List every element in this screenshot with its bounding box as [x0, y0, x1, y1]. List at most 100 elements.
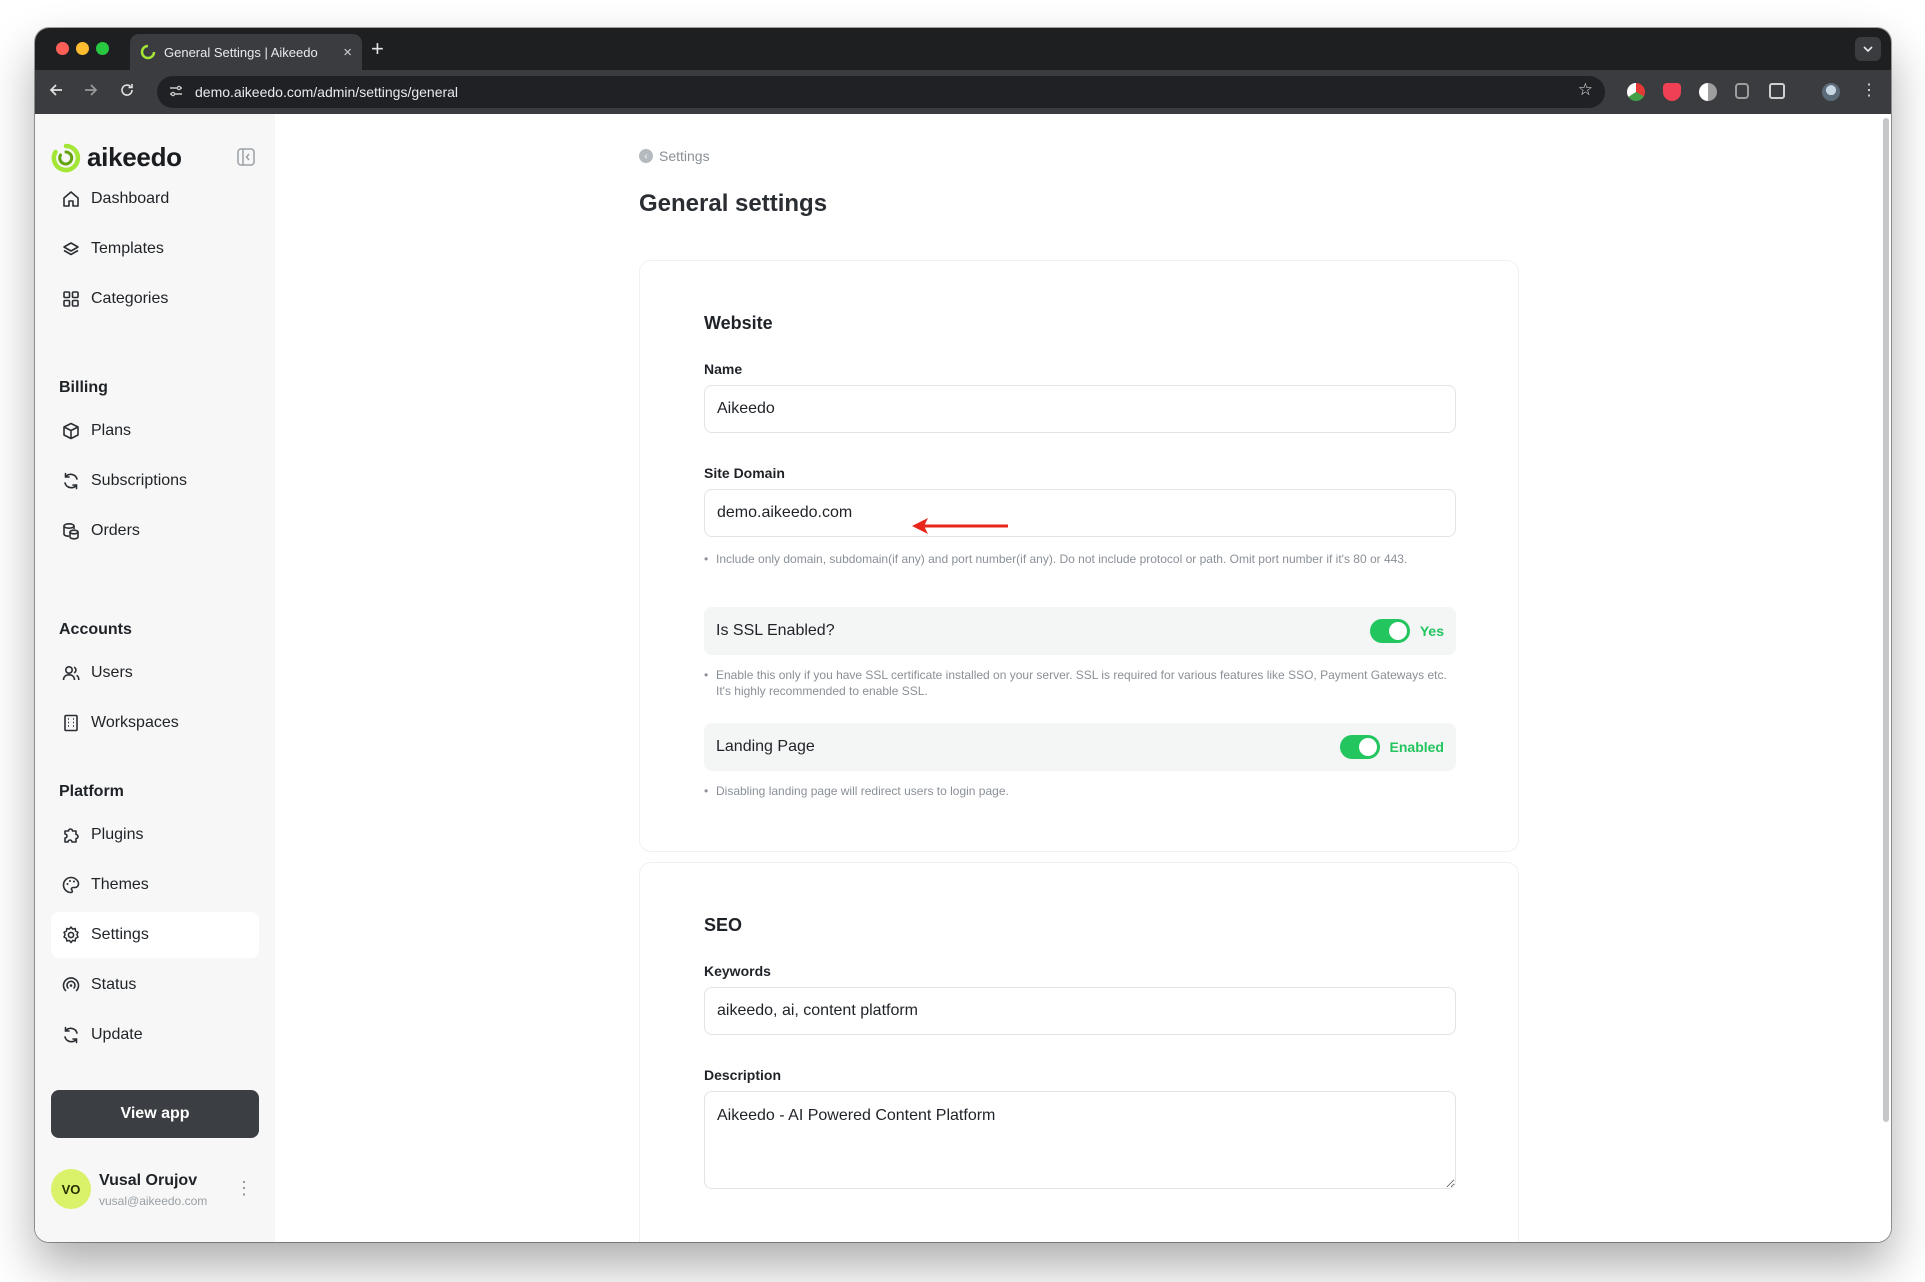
- sidebar-heading-platform: Platform: [59, 783, 124, 800]
- sidebar-item-label: Themes: [91, 876, 149, 893]
- arrow-right-icon: [85, 84, 98, 96]
- sidebar-item-settings[interactable]: Settings: [51, 912, 259, 958]
- sidebar-item-workspaces[interactable]: Workspaces: [51, 700, 259, 746]
- aikeedo-logo-icon: [51, 143, 81, 172]
- browser-menu-icon[interactable]: ⋮: [1861, 82, 1877, 100]
- sidebar-item-label: Plans: [91, 422, 132, 439]
- ssl-toggle-row: Is SSL Enabled? Yes: [704, 607, 1456, 655]
- box-icon: [63, 422, 79, 440]
- close-window-button[interactable]: [56, 42, 69, 55]
- sidebar-item-subscriptions[interactable]: Subscriptions: [51, 458, 259, 504]
- keywords-input[interactable]: [704, 987, 1456, 1035]
- sidebar-item-themes[interactable]: Themes: [51, 862, 259, 908]
- sidebar-item-label: Orders: [91, 522, 140, 539]
- sidebar-item-label: Workspaces: [91, 714, 179, 731]
- sidebar-heading-accounts: Accounts: [59, 621, 132, 638]
- sidebar-item-plugins[interactable]: Plugins: [51, 812, 259, 858]
- tab-search-button[interactable]: [1855, 37, 1881, 61]
- sidebar-collapse-icon[interactable]: [237, 148, 255, 166]
- site-domain-label: Site Domain: [704, 465, 785, 481]
- coins-icon: [63, 522, 79, 540]
- forward-button[interactable]: [79, 80, 103, 104]
- minimize-window-button[interactable]: [76, 42, 89, 55]
- view-app-button[interactable]: View app: [51, 1090, 259, 1138]
- arrow-left-icon: [49, 84, 62, 96]
- url-text: demo.aikeedo.com/admin/settings/general: [195, 84, 459, 100]
- sidebar-item-categories[interactable]: Categories: [51, 276, 259, 322]
- extension-icon[interactable]: [1627, 83, 1645, 101]
- landing-page-hint: Disabling landing page will redirect use…: [704, 783, 1456, 799]
- status-icon: [62, 977, 80, 992]
- reload-button[interactable]: [115, 80, 139, 104]
- building-icon: [64, 714, 78, 732]
- landing-page-toggle[interactable]: [1339, 735, 1380, 759]
- site-settings-icon[interactable]: [169, 85, 185, 100]
- refresh-icon: [64, 472, 78, 490]
- site-domain-hint: Include only domain, subdomain(if any) a…: [704, 551, 1456, 567]
- sidebar-item-status[interactable]: Status: [51, 962, 259, 1008]
- main-content: ‹ Settings General settings Website Name…: [275, 114, 1891, 1242]
- scrollbar[interactable]: [1883, 118, 1889, 1122]
- sidebar-item-users[interactable]: Users: [51, 650, 259, 696]
- sidebar-item-label: Subscriptions: [91, 472, 188, 489]
- grid-icon: [63, 291, 79, 307]
- browser-tab[interactable]: General Settings | Aikeedo ×: [130, 34, 362, 70]
- home-icon: [63, 191, 79, 207]
- landing-page-state: Enabled: [1389, 739, 1444, 755]
- extensions-puzzle-icon[interactable]: [1769, 83, 1785, 99]
- browser-toolbar: demo.aikeedo.com/admin/settings/general …: [35, 70, 1891, 114]
- description-label: Description: [704, 1067, 782, 1083]
- sidebar: aikeedo Dashboard Templates Categories B…: [35, 114, 275, 1242]
- back-arrow-icon: ‹: [639, 149, 653, 163]
- logo-text: aikeedo: [87, 142, 182, 172]
- user-name: Vusal Orujov: [99, 1172, 198, 1189]
- breadcrumb-link[interactable]: Settings: [659, 148, 710, 164]
- new-tab-button[interactable]: +: [371, 37, 384, 61]
- seo-card: SEO Keywords Description Aikeedo - AI Po…: [639, 862, 1519, 1242]
- back-button[interactable]: [44, 80, 68, 104]
- user-email: vusal@aikeedo.com: [99, 1194, 208, 1208]
- sidebar-item-label: Templates: [91, 240, 164, 257]
- bookmark-star-icon[interactable]: ☆: [1578, 80, 1593, 100]
- sidebar-item-templates[interactable]: Templates: [51, 226, 259, 272]
- sidebar-item-label: Users: [91, 664, 133, 681]
- section-title-website: Website: [704, 313, 773, 333]
- sidebar-item-plans[interactable]: Plans: [51, 408, 259, 454]
- sidebar-item-label: Dashboard: [91, 190, 170, 207]
- maximize-window-button[interactable]: [96, 42, 109, 55]
- landing-page-label: Landing Page: [716, 738, 815, 755]
- description-textarea[interactable]: Aikeedo - AI Powered Content Platform: [704, 1091, 1456, 1189]
- sidebar-item-orders[interactable]: Orders: [51, 508, 259, 554]
- app-area: aikeedo Dashboard Templates Categories B…: [35, 114, 1891, 1242]
- site-domain-input[interactable]: [704, 489, 1456, 537]
- sidebar-item-label: Plugins: [91, 826, 144, 843]
- breadcrumb[interactable]: ‹ Settings: [639, 148, 710, 164]
- aikeedo-favicon-icon: [140, 44, 156, 60]
- browser-window: General Settings | Aikeedo × + demo.aike…: [35, 28, 1891, 1242]
- tab-title: General Settings | Aikeedo: [164, 44, 318, 60]
- name-input[interactable]: [704, 385, 1456, 433]
- keywords-label: Keywords: [704, 963, 771, 979]
- user-profile[interactable]: VO Vusal Orujov vusal@aikeedo.com ⋮: [51, 1166, 259, 1212]
- extension-icon-2[interactable]: [1735, 83, 1749, 99]
- sidebar-heading-billing: Billing: [59, 379, 108, 396]
- sidebar-item-label: Settings: [91, 926, 149, 943]
- ssl-state: Yes: [1419, 623, 1444, 639]
- sidebar-item-label: Status: [91, 976, 137, 993]
- ssl-label: Is SSL Enabled?: [716, 622, 835, 639]
- address-bar[interactable]: demo.aikeedo.com/admin/settings/general …: [157, 76, 1605, 108]
- palette-icon: [62, 876, 80, 894]
- sidebar-item-update[interactable]: Update: [51, 1012, 259, 1058]
- sidebar-item-label: Update: [91, 1026, 143, 1043]
- dark-mode-extension-icon[interactable]: [1699, 83, 1717, 101]
- annotation-arrow-icon: [912, 518, 1008, 534]
- profile-avatar-icon[interactable]: [1822, 83, 1840, 101]
- ssl-toggle[interactable]: [1369, 619, 1410, 643]
- sidebar-item-dashboard[interactable]: Dashboard: [51, 176, 259, 222]
- update-icon: [64, 1026, 78, 1044]
- tab-close-icon[interactable]: ×: [343, 44, 352, 61]
- user-menu-icon[interactable]: ⋮: [235, 1178, 253, 1198]
- logo[interactable]: aikeedo: [51, 142, 182, 173]
- pocket-extension-icon[interactable]: [1663, 83, 1681, 101]
- landing-page-toggle-row: Landing Page Enabled: [704, 723, 1456, 771]
